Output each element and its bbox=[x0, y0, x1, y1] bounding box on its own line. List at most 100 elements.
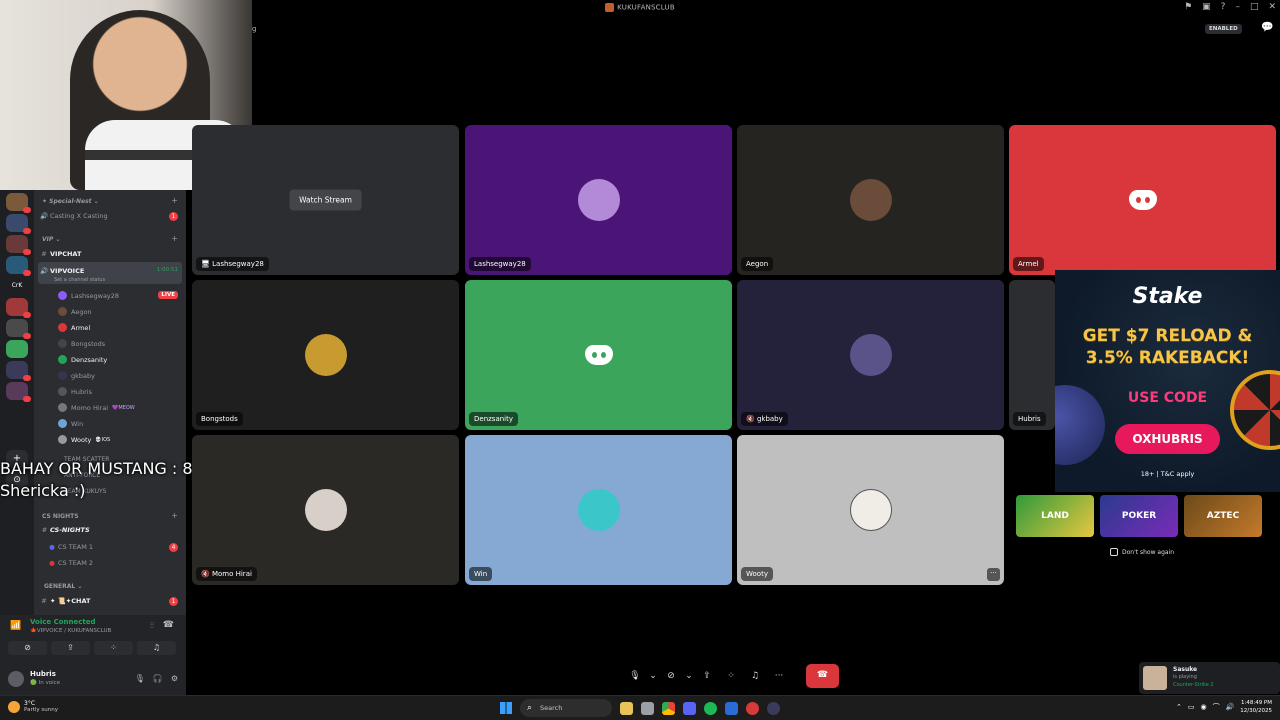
channel-vipchat[interactable]: # VIPCHAT bbox=[40, 250, 81, 258]
mic-icon[interactable]: 🎙 bbox=[135, 674, 145, 683]
close-button[interactable]: ✕ bbox=[1268, 2, 1276, 12]
add-channel-icon[interactable]: + bbox=[171, 234, 178, 243]
activity-toast[interactable]: Sasuke is playing Counter-Strike 2 bbox=[1139, 662, 1280, 694]
server-icon[interactable] bbox=[6, 319, 31, 339]
category-cs-nights[interactable]: CS NIGHTS bbox=[42, 513, 79, 520]
server-icon[interactable] bbox=[6, 382, 31, 402]
server-icon[interactable]: CrK bbox=[6, 277, 28, 295]
participant-tile[interactable]: Bongstods bbox=[192, 280, 459, 430]
voice-member[interactable]: Hubris bbox=[58, 387, 92, 396]
category-special-nest[interactable]: ✦ Special-Nest ⌄ bbox=[42, 198, 99, 205]
disconnect-icon[interactable]: ☎ bbox=[163, 620, 174, 630]
tray-app-icon[interactable]: ◉ bbox=[1200, 703, 1206, 711]
disconnect-button[interactable]: ☎ bbox=[806, 664, 839, 688]
voice-member[interactable]: gkbaby bbox=[58, 371, 95, 380]
weather-widget[interactable]: 3°C Partly sunny bbox=[8, 700, 58, 713]
server-icon[interactable] bbox=[6, 361, 31, 381]
soundboard-icon[interactable]: ♫ bbox=[744, 665, 766, 687]
server-icon[interactable] bbox=[6, 214, 31, 234]
minimize-button[interactable]: – bbox=[1235, 2, 1240, 12]
activities-button[interactable]: ⁘ bbox=[94, 641, 133, 655]
channel-cs-nights[interactable]: # CS-NIGHTS bbox=[40, 526, 90, 534]
server-icon[interactable] bbox=[6, 256, 31, 276]
server-icon[interactable] bbox=[6, 340, 28, 358]
watch-stream-button[interactable]: Watch Stream bbox=[289, 189, 362, 211]
participant-tile[interactable]: Wooty ··· bbox=[737, 435, 1004, 585]
server-icon[interactable] bbox=[6, 193, 31, 213]
channel-cs-team-1[interactable]: ● CS TEAM 1 bbox=[48, 543, 93, 551]
maximize-button[interactable]: □ bbox=[1250, 2, 1259, 12]
user-name[interactable]: Hubris bbox=[30, 670, 56, 678]
participant-tile[interactable]: 🔇 gkbaby bbox=[737, 280, 1004, 430]
clock[interactable]: 1:48:49 PM 12/30/2025 bbox=[1240, 699, 1272, 715]
noise-icon[interactable]: ⫶⫶ bbox=[150, 621, 154, 631]
volume-icon[interactable]: 🔊 bbox=[1226, 703, 1235, 711]
voice-member[interactable]: Armel bbox=[58, 323, 90, 332]
channel-status[interactable]: Set a channel status bbox=[54, 277, 105, 283]
activities-icon[interactable]: ⁘ bbox=[720, 665, 742, 687]
screen-share-button[interactable]: ⇪ bbox=[51, 641, 90, 655]
task-view-icon[interactable] bbox=[641, 701, 654, 715]
voice-channel-path[interactable]: 🍁VIPVOICE / KUKUFANSCLUB bbox=[30, 628, 111, 634]
participant-tile[interactable]: Armel bbox=[1009, 125, 1276, 275]
participant-tile[interactable]: Denzsanity bbox=[465, 280, 732, 430]
voice-member[interactable]: Lashsegway28 bbox=[58, 291, 119, 300]
inbox-icon[interactable]: ⚑ bbox=[1184, 2, 1192, 12]
voice-member[interactable]: Denzsanity bbox=[58, 355, 107, 364]
channel-cs-team-2[interactable]: ● CS TEAM 2 bbox=[48, 559, 93, 567]
game-thumbnail[interactable]: POKER bbox=[1100, 495, 1178, 537]
participant-tile[interactable]: 🔇 Momo Hirai bbox=[192, 435, 459, 585]
voice-member[interactable]: Momo Hirai 💜MEOW bbox=[58, 403, 135, 412]
voice-member[interactable]: Win bbox=[58, 419, 83, 428]
participant-tile[interactable]: Hubris bbox=[1009, 280, 1055, 430]
add-channel-icon[interactable]: + bbox=[171, 196, 178, 205]
stream-tile[interactable]: Watch Stream 🖥 Lashsegway28 bbox=[192, 125, 459, 275]
chrome-icon[interactable] bbox=[662, 701, 675, 715]
file-explorer-icon[interactable] bbox=[620, 701, 633, 715]
category-vip[interactable]: VIP ⌄ bbox=[42, 236, 60, 243]
voice-member[interactable]: Bongstods bbox=[58, 339, 105, 348]
tray-chevron-icon[interactable]: ⌃ bbox=[1176, 703, 1182, 711]
network-icon[interactable]: ⌒ bbox=[1213, 702, 1220, 712]
participant-tile[interactable]: Lashsegway28 bbox=[465, 125, 732, 275]
signal-icon[interactable]: 📶 bbox=[10, 621, 21, 631]
server-icon[interactable] bbox=[6, 235, 31, 255]
start-icon[interactable] bbox=[500, 702, 512, 714]
camera-off-button[interactable]: ⊘ bbox=[8, 641, 47, 655]
chat-icon[interactable]: 💬 bbox=[1261, 22, 1273, 33]
mic-options-chevron-icon[interactable]: ⌄ bbox=[648, 665, 658, 687]
settings-gear-icon[interactable]: ⚙ bbox=[171, 674, 178, 683]
channel-chat[interactable]: # ✦ 📜✦CHAT bbox=[40, 597, 90, 605]
more-icon[interactable]: ··· bbox=[768, 665, 790, 687]
obs-icon[interactable] bbox=[746, 701, 759, 715]
participant-tile[interactable]: Win bbox=[465, 435, 732, 585]
spotify-icon[interactable] bbox=[704, 701, 717, 715]
server-icon[interactable] bbox=[6, 298, 31, 318]
app-icon[interactable] bbox=[725, 701, 738, 715]
camera-off-icon[interactable]: ⊘ bbox=[660, 665, 682, 687]
discord-icon[interactable] bbox=[683, 701, 696, 715]
add-channel-icon[interactable]: + bbox=[171, 511, 178, 520]
soundboard-button[interactable]: ♫ bbox=[137, 641, 176, 655]
dont-show-checkbox[interactable] bbox=[1110, 548, 1118, 556]
participant-tile[interactable]: Aegon bbox=[737, 125, 1004, 275]
screen-share-icon[interactable]: ⇪ bbox=[696, 665, 718, 687]
channel-vipvoice[interactable]: 🔊 VIPVOICE bbox=[40, 267, 84, 275]
help-icon[interactable]: ? bbox=[1221, 2, 1226, 12]
headset-icon[interactable]: 🎧 bbox=[153, 674, 163, 683]
voice-member[interactable]: Wooty 💀IOS bbox=[58, 435, 110, 444]
channel-casting[interactable]: 🔊 Casting X Casting bbox=[40, 212, 108, 220]
user-avatar[interactable] bbox=[8, 671, 24, 687]
tray-app-icon[interactable]: ▭ bbox=[1188, 703, 1195, 711]
game-thumbnail[interactable]: LAND bbox=[1016, 495, 1094, 537]
more-options-button[interactable]: ··· bbox=[987, 568, 1000, 581]
dont-show-again[interactable]: Don't show again bbox=[1110, 548, 1174, 556]
screen-icon[interactable]: ▣ bbox=[1202, 2, 1211, 12]
game-thumbnail[interactable]: AZTEC bbox=[1184, 495, 1262, 537]
camera-options-chevron-icon[interactable]: ⌄ bbox=[684, 665, 694, 687]
mic-icon[interactable]: 🎙 bbox=[624, 665, 646, 687]
category-general[interactable]: GENERAL ⌄ bbox=[44, 583, 82, 590]
app-icon[interactable] bbox=[767, 701, 780, 715]
taskbar-search[interactable]: Search bbox=[520, 699, 612, 717]
enabled-badge[interactable]: ENABLED bbox=[1205, 24, 1242, 34]
